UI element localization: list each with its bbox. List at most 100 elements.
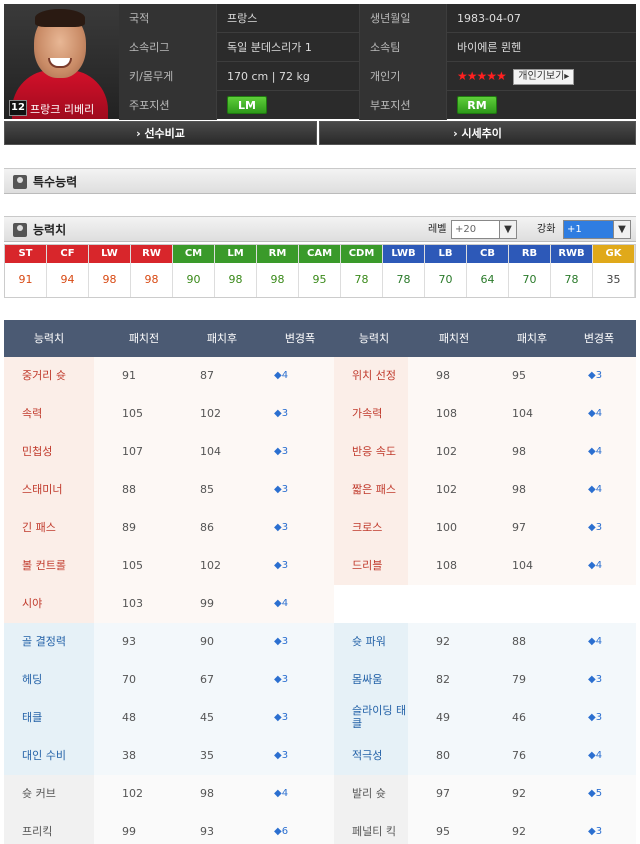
stat-change: ◆4: [588, 408, 603, 419]
info-label: 국적: [119, 4, 217, 33]
level-select[interactable]: +20 ▼: [451, 220, 517, 239]
info-label: 생년월일: [359, 4, 447, 33]
info-value: 바이에른 뮌헨: [457, 41, 522, 54]
compare-player-button[interactable]: › 선수비교: [4, 121, 317, 145]
stat-change: ◆3: [274, 750, 289, 761]
info-row-body: 키/몸무게 170 cm | 72 kg 개인기 ★★★★★ 개인기보기▸: [119, 62, 636, 91]
position-name: LW: [89, 245, 130, 263]
stats-header: 능력치 패치전 패치후 변경폭 능력치 패치전 패치후 변경폭: [4, 320, 636, 357]
view-skill-button[interactable]: 개인기보기▸: [513, 69, 575, 85]
stat-name: 긴 패스: [22, 521, 56, 534]
table-row: 긴 패스 89 86 ◆3 크로스 100 97 ◆3: [4, 509, 636, 547]
stat-value: 92: [512, 787, 526, 800]
stat-value: 99: [122, 825, 136, 838]
position-name: LB: [425, 245, 466, 263]
info-label: 소속리그: [119, 33, 217, 62]
table-row: 대인 수비 38 35 ◆3 적극성 80 76 ◆4: [4, 737, 636, 775]
stat-name: 발리 슛: [352, 787, 386, 800]
stat-change: ◆3: [588, 712, 603, 723]
ability-header: 능력치 레벨 +20 ▼ 강화 +1 ▼: [4, 216, 636, 242]
price-trend-button[interactable]: › 시세추이: [319, 121, 636, 145]
column-header: 변경폭: [284, 332, 316, 345]
position-rating-cf: CF 94: [47, 245, 89, 297]
stat-value: 35: [200, 749, 214, 762]
table-row: 골 결정력 93 90 ◆3 슛 파워 92 88 ◆4: [4, 623, 636, 661]
column-header: 패치전: [128, 332, 160, 345]
stat-value: 93: [200, 825, 214, 838]
stat-value: 80: [436, 749, 450, 762]
stat-value: 89: [122, 521, 136, 534]
stat-value: 70: [122, 673, 136, 686]
info-label: 주포지션: [119, 91, 217, 120]
player-number: 12: [9, 100, 27, 116]
info-value: 독일 분데스리가 1: [227, 41, 312, 54]
stat-value: 99: [200, 597, 214, 610]
position-value: 78: [354, 273, 369, 286]
position-rating-gk: GK 35: [593, 245, 635, 297]
stat-value: 104: [512, 407, 533, 420]
stat-change: ◆5: [588, 788, 603, 799]
position-value: 78: [396, 273, 411, 286]
stat-value: 98: [512, 445, 526, 458]
position-value: 98: [270, 273, 285, 286]
stat-change: ◆3: [588, 370, 603, 381]
column-header: 패치전: [438, 332, 470, 345]
position-rating-st: ST 91: [5, 245, 47, 297]
table-row: 헤딩 70 67 ◆3 몸싸움 82 79 ◆3: [4, 661, 636, 699]
stat-value: 76: [512, 749, 526, 762]
enhance-label: 강화: [537, 224, 556, 235]
position-value: 98: [144, 273, 159, 286]
info-value: RM: [447, 91, 636, 120]
stat-change: ◆4: [274, 370, 289, 381]
position-rating-cdm: CDM 78: [341, 245, 383, 297]
table-row: 스태미너 88 85 ◆3 짧은 패스 102 98 ◆4: [4, 471, 636, 509]
stat-value: [512, 585, 572, 623]
stat-value: 102: [200, 407, 221, 420]
position-value: 78: [564, 273, 579, 286]
player-photo: 12 프랑크 리베리: [4, 4, 119, 119]
column-header: 변경폭: [583, 332, 615, 345]
stat-name: 몸싸움: [352, 673, 383, 686]
info-value: LM: [217, 91, 359, 120]
stat-value: 102: [122, 787, 143, 800]
main-position-badge: LM: [227, 96, 267, 114]
stat-change: ◆4: [588, 446, 603, 457]
card-buttons: › 선수비교 › 시세추이: [4, 121, 636, 145]
position-name: CF: [47, 245, 88, 263]
position-ratings: ST 91 CF 94 LW 98 RW 98 CM 90 LM 98 RM 98 CAM 95 CDM 78 LW…: [4, 244, 636, 298]
stat-value: 93: [122, 635, 136, 648]
table-row: 시야 103 99 ◆4: [4, 585, 636, 623]
info-label: 개인기: [359, 62, 447, 91]
stat-name: 볼 컨트롤: [22, 559, 66, 572]
position-name: LM: [215, 245, 256, 263]
stat-change: ◆3: [588, 522, 603, 533]
level-label: 레벨: [428, 224, 447, 235]
enhance-select[interactable]: +1 ▼: [563, 220, 631, 239]
position-rating-cb: CB 64: [467, 245, 509, 297]
player-card: 12 프랑크 리베리 국적 프랑스 생년월일 1983-04-07 소속리그 독…: [4, 4, 636, 120]
stat-value: 46: [512, 711, 526, 724]
position-rating-cam: CAM 95: [299, 245, 341, 297]
stat-change: [588, 585, 636, 623]
info-label: 소속팀: [359, 33, 447, 62]
stat-name: 시야: [22, 597, 43, 610]
stat-value: 49: [436, 711, 450, 724]
stat-change: ◆4: [274, 788, 289, 799]
person-icon: [13, 175, 27, 189]
stat-value: 105: [122, 407, 143, 420]
stat-name: 가속력: [352, 407, 383, 420]
info-value: 1983-04-07: [457, 12, 521, 25]
stat-value: 108: [436, 559, 457, 572]
stat-name: 슛 파워: [352, 635, 386, 648]
position-rating-lm: LM 98: [215, 245, 257, 297]
chevron-down-icon: ▼: [499, 221, 516, 238]
section-title: 특수능력: [33, 175, 78, 189]
special-ability-header: 특수능력: [4, 168, 636, 194]
stat-change: ◆6: [274, 826, 289, 837]
skill-stars: ★★★★★: [457, 69, 507, 83]
stat-value: 95: [512, 369, 526, 382]
stat-name: 대인 수비: [22, 749, 66, 762]
position-rating-lwb: LWB 78: [383, 245, 425, 297]
stat-name: 적극성: [352, 749, 383, 762]
position-value: 35: [606, 273, 621, 286]
